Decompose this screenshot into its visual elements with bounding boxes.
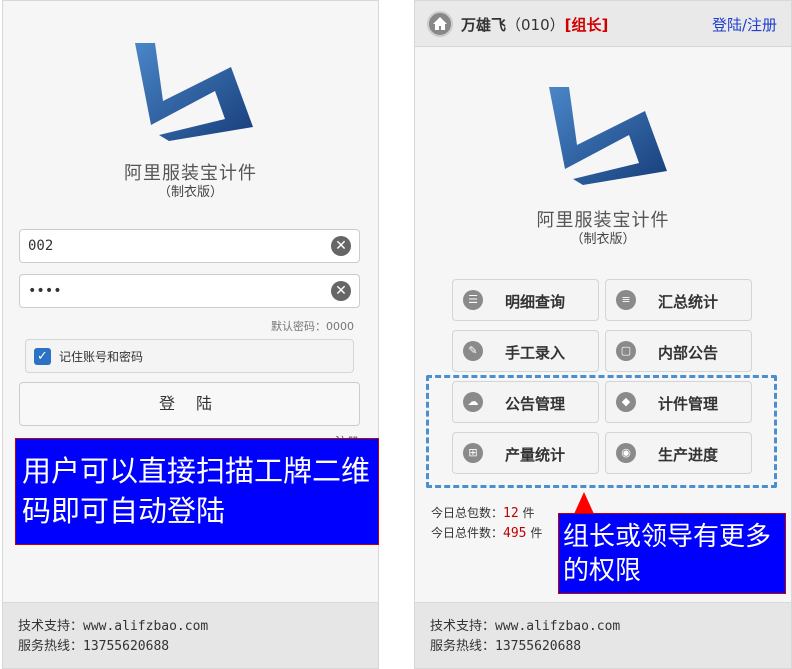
menu-label: 汇总统计: [658, 293, 719, 311]
app-logo: [549, 87, 667, 185]
support-text: 技术支持：www.alifzbao.com: [430, 619, 621, 634]
stats-pieces: 今日总件数：495 件: [431, 524, 542, 541]
default-password-hint: 默认密码：0000: [271, 320, 354, 333]
packages-unit: 件: [522, 506, 535, 520]
menu-label: 手工录入: [505, 344, 566, 362]
stats-packages: 今日总包数：12 件: [431, 504, 535, 521]
app-edition: （制衣版）: [157, 185, 223, 200]
menu-label: 内部公告: [658, 344, 719, 362]
username-input[interactable]: 002 ✕: [19, 229, 360, 263]
user-name: 万雄飞: [461, 16, 507, 34]
packages-label: 今日总包数：: [431, 506, 504, 520]
clear-icon[interactable]: ✕: [331, 236, 351, 256]
login-button[interactable]: 登 陆: [19, 382, 360, 426]
home-icon[interactable]: [427, 11, 453, 37]
password-input[interactable]: •••• ✕: [19, 274, 360, 308]
footer: 技术支持：www.alifzbao.com 服务热线：13755620688: [3, 602, 378, 668]
login-register-link[interactable]: 登陆/注册: [712, 14, 777, 35]
app-logo: [135, 43, 253, 141]
permission-highlight-box: [426, 375, 777, 488]
login-callout-text: 用户可以直接扫描工牌二维码即可自动登陆: [22, 454, 371, 528]
menu-manual-entry-button[interactable]: ✎ 手工录入: [452, 330, 599, 372]
menu-label: 明细查询: [505, 293, 566, 311]
user-code: （010）: [506, 16, 565, 34]
pieces-label: 今日总件数：: [431, 526, 504, 540]
checkbox-icon[interactable]: ✓: [34, 348, 51, 365]
remember-label: 记住账号和密码: [59, 350, 144, 364]
menu-icon: ≡: [616, 290, 636, 310]
hotline-text: 服务热线：13755620688: [430, 639, 582, 654]
permission-callout: 组长或领导有更多的权限: [558, 513, 786, 594]
support-text: 技术支持：www.alifzbao.com: [18, 619, 209, 634]
pieces-unit: 件: [530, 526, 543, 540]
permission-callout-text: 组长或领导有更多的权限: [563, 522, 772, 586]
menu-summary-button[interactable]: ≡ 汇总统计: [605, 279, 752, 321]
login-screen: 阿里服装宝计件 （制衣版） 002 ✕ •••• ✕ 默认密码：0000 ✓ 记…: [2, 0, 379, 669]
chat-icon: ▢: [616, 341, 636, 361]
hotline-text: 服务热线：13755620688: [18, 639, 170, 654]
list-icon: ☰: [463, 290, 483, 310]
callout-arrow: [574, 492, 594, 514]
user-info: 万雄飞（010）[组长]: [461, 14, 608, 35]
pieces-value: 495: [503, 526, 527, 541]
menu-internal-notice-button[interactable]: ▢ 内部公告: [605, 330, 752, 372]
menu-detail-query-button[interactable]: ☰ 明细查询: [452, 279, 599, 321]
username-value: 002: [28, 238, 54, 254]
footer: 技术支持：www.alifzbao.com 服务热线：13755620688: [415, 602, 791, 668]
user-role: [组长]: [564, 16, 609, 34]
pencil-icon: ✎: [463, 341, 483, 361]
password-value: ••••: [28, 283, 62, 299]
packages-value: 12: [503, 506, 519, 521]
login-callout: 用户可以直接扫描工牌二维码即可自动登陆: [15, 438, 379, 545]
clear-icon[interactable]: ✕: [331, 281, 351, 301]
app-edition: （制衣版）: [570, 232, 636, 247]
remember-checkbox-row[interactable]: ✓ 记住账号和密码: [25, 339, 354, 373]
header-bar: 万雄飞（010）[组长] 登陆/注册: [415, 1, 791, 47]
